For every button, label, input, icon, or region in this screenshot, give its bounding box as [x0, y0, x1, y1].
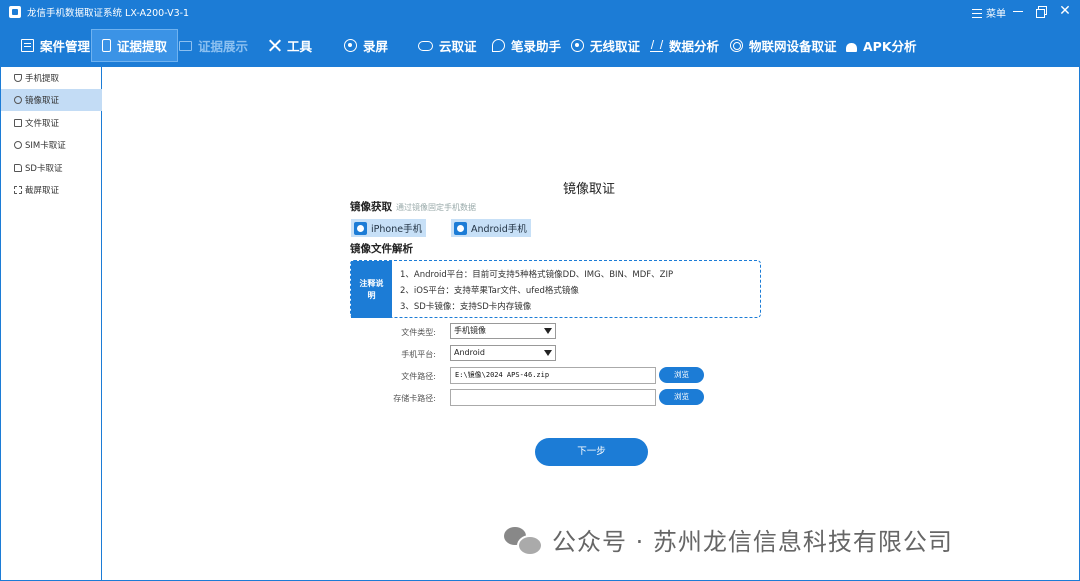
storage-path-browse-button[interactable]: 浏览	[659, 389, 704, 405]
sidebar-item-label: SIM卡取证	[25, 141, 66, 151]
sim-search-icon	[14, 141, 22, 149]
sidebar-item-file-forensics[interactable]: 文件取证	[1, 112, 102, 134]
iot-icon	[730, 39, 743, 52]
nav-label: 工具	[287, 39, 313, 54]
next-step-button[interactable]: 下一步	[535, 438, 648, 466]
image-acquire-heading: 镜像获取 通过镜像固定手机数据	[350, 199, 476, 214]
note-line: 2、iOS平台：支持苹果Tar文件、ufed格式镜像	[400, 286, 579, 296]
dropdown-arrow-icon	[544, 350, 552, 356]
nav-screen-record[interactable]: 录屏	[344, 29, 388, 62]
image-parse-heading: 镜像文件解析	[350, 243, 413, 255]
android-label: Android手机	[471, 224, 527, 235]
sidebar-item-label: 镜像取证	[25, 96, 60, 106]
file-path-label: 文件路径:	[401, 372, 436, 381]
android-icon	[454, 221, 467, 235]
chart-icon	[650, 39, 663, 52]
wechat-logo-icon	[504, 525, 543, 556]
nav-evidence-display[interactable]: 证据展示	[179, 29, 248, 62]
restore-button[interactable]	[1033, 3, 1049, 19]
storage-path-label: 存储卡路径:	[393, 394, 436, 403]
apple-icon	[354, 221, 367, 235]
close-button[interactable]: ✕	[1057, 3, 1073, 19]
nav-case-management[interactable]: 案件管理	[21, 29, 90, 62]
file-path-input[interactable]: E:\镜像\2024 APS-46.zip	[450, 367, 656, 384]
android-icon	[846, 42, 857, 52]
storage-path-input[interactable]	[450, 389, 656, 406]
notes-box: 注释说明 1、Android平台：目前可支持5种格式镜像DD、IMG、BIN、M…	[350, 260, 761, 318]
platform-value: Android	[454, 348, 485, 357]
nav-label: 证据展示	[198, 39, 249, 54]
nav-label: 笔录助手	[511, 39, 562, 54]
wifi-icon	[571, 39, 584, 52]
nav-label: APK分析	[863, 39, 917, 54]
sidebar-item-sim-forensics[interactable]: SIM卡取证	[1, 134, 102, 156]
record-icon	[344, 39, 357, 52]
note-line: 1、Android平台：目前可支持5种格式镜像DD、IMG、BIN、MDF、ZI…	[400, 270, 674, 280]
nav-tools[interactable]: 工具	[268, 29, 312, 62]
file-type-select[interactable]: 手机镜像	[450, 323, 556, 339]
main-panel	[102, 67, 1080, 581]
screen-icon	[179, 40, 192, 51]
sidebar: 手机提取 镜像取证 文件取证 SIM卡取证 SD卡取证 截屏取证	[0, 67, 102, 581]
section-title: 镜像获取	[350, 201, 392, 213]
main-nav: 案件管理 证据提取 证据展示 工具 录屏 云取证 笔录助手 无线取证 数据分析 …	[0, 24, 1080, 67]
nav-record-assistant[interactable]: 笔录助手	[492, 29, 561, 62]
sidebar-item-screenshot-forensics[interactable]: 截屏取证	[1, 179, 102, 201]
notes-lines: 1、Android平台：目前可支持5种格式镜像DD、IMG、BIN、MDF、ZI…	[400, 267, 673, 315]
app-logo-icon	[9, 6, 21, 18]
phone-icon	[102, 39, 111, 52]
sidebar-item-label: SD卡取证	[25, 164, 63, 174]
section-hint: 通过镜像固定手机数据	[396, 203, 476, 212]
file-type-label: 文件类型:	[401, 328, 436, 337]
title-bar: 龙信手机数据取证系统 LX-A200-V3-1 菜单 ✕	[0, 0, 1080, 24]
sidebar-item-sd-forensics[interactable]: SD卡取证	[1, 157, 102, 179]
nav-label: 云取证	[439, 39, 477, 54]
search-icon	[14, 96, 22, 104]
dropdown-arrow-icon	[544, 328, 552, 334]
nav-iot-forensics[interactable]: 物联网设备取证	[730, 29, 837, 62]
watermark: 公众号 · 苏州龙信信息科技有限公司	[504, 522, 953, 557]
file-type-value: 手机镜像	[454, 326, 486, 335]
hamburger-icon	[972, 9, 982, 18]
nav-wireless-forensics[interactable]: 无线取证	[571, 29, 640, 62]
menu-button[interactable]: 菜单	[972, 5, 1006, 20]
notes-label: 注释说明	[351, 261, 392, 318]
window-title: 龙信手机数据取证系统 LX-A200-V3-1	[27, 8, 190, 19]
nav-label: 数据分析	[669, 39, 720, 54]
tools-icon	[268, 39, 281, 52]
sidebar-item-label: 手机提取	[25, 74, 60, 84]
iphone-label: iPhone手机	[371, 224, 423, 235]
nav-label: 录屏	[363, 39, 389, 54]
page-title: 镜像取证	[563, 182, 616, 197]
nav-apk-analysis[interactable]: APK分析	[846, 29, 917, 62]
cloud-icon	[418, 40, 433, 51]
files-icon	[14, 119, 22, 127]
nav-label: 物联网设备取证	[749, 39, 837, 54]
nav-data-analysis[interactable]: 数据分析	[650, 29, 719, 62]
nav-label: 案件管理	[40, 39, 91, 54]
case-icon	[21, 39, 34, 52]
sidebar-item-label: 截屏取证	[25, 186, 60, 196]
platform-select[interactable]: Android	[450, 345, 556, 361]
nav-label: 无线取证	[590, 39, 641, 54]
android-button[interactable]: Android手机	[451, 219, 531, 237]
sidebar-item-image-forensics[interactable]: 镜像取证	[1, 89, 102, 111]
nav-evidence-extraction[interactable]: 证据提取	[91, 29, 179, 62]
sidebar-item-phone-extraction[interactable]: 手机提取	[1, 67, 102, 89]
menu-label: 菜单	[986, 9, 1006, 20]
nav-label: 证据提取	[117, 39, 168, 54]
file-path-browse-button[interactable]: 浏览	[659, 367, 704, 383]
pen-icon	[492, 39, 505, 52]
screenshot-icon	[14, 186, 22, 194]
sd-card-icon	[14, 164, 22, 172]
iphone-button[interactable]: iPhone手机	[351, 219, 427, 237]
platform-label: 手机平台:	[401, 350, 436, 359]
minimize-button[interactable]	[1010, 3, 1026, 19]
watermark-text: 公众号 · 苏州龙信信息科技有限公司	[552, 528, 953, 556]
nav-cloud-forensics[interactable]: 云取证	[418, 29, 477, 62]
note-line: 3、SD卡镜像：支持SD卡内存镜像	[400, 302, 532, 312]
sidebar-item-label: 文件取证	[25, 119, 60, 129]
shield-icon	[14, 74, 22, 82]
